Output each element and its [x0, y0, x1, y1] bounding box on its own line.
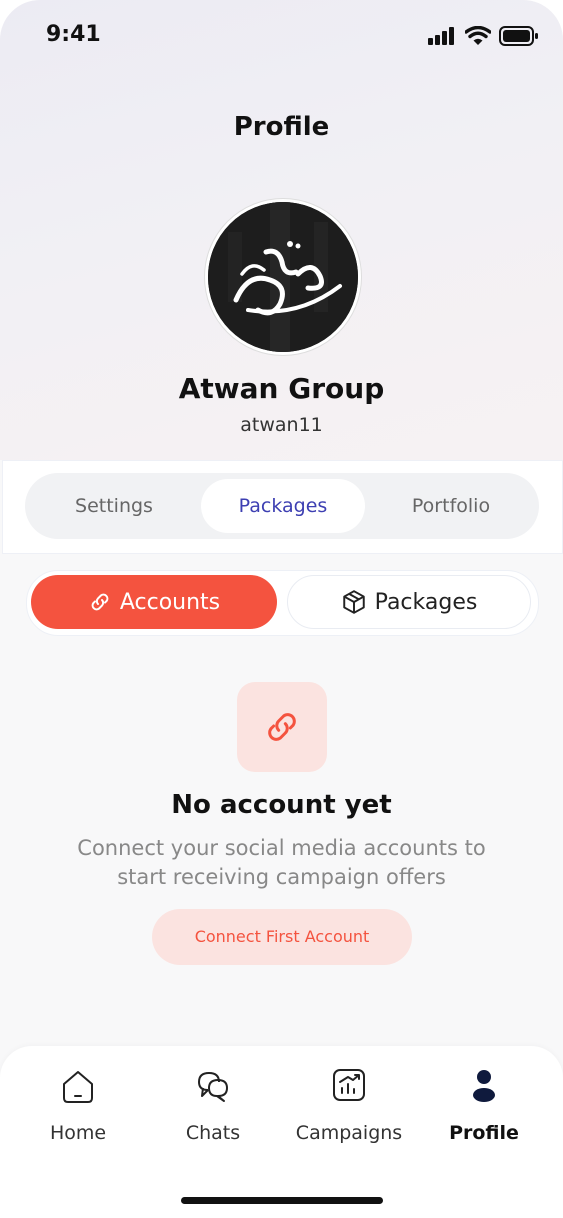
nav-item-profile[interactable]: Profile	[414, 1064, 554, 1144]
accounts-toggle-label: Accounts	[119, 589, 221, 615]
page-title: Profile	[233, 112, 330, 142]
status-time: 9:41	[46, 22, 101, 47]
nav-item-campaigns[interactable]: Campaigns	[279, 1064, 419, 1144]
connect-first-account-button[interactable]: Connect First Account	[152, 909, 412, 965]
wifi-icon	[465, 26, 491, 45]
empty-state-title: No account yet	[171, 790, 392, 820]
link-icon	[268, 713, 296, 741]
signal-icon	[428, 27, 454, 45]
accounts-packages-toggle: Accounts Packages	[26, 570, 539, 636]
packages-toggle-label: Packages	[374, 589, 478, 615]
profile-name: Atwan Group	[178, 372, 385, 405]
status-bar: 9:41	[0, 0, 563, 70]
home-indicator	[181, 1197, 383, 1204]
bottom-nav: Home Chats Campaigns Profile	[0, 1046, 563, 1218]
link-icon	[91, 593, 109, 611]
box-icon	[342, 590, 365, 614]
accounts-toggle-button[interactable]: Accounts	[31, 575, 277, 629]
user-icon	[473, 1070, 495, 1102]
profile-tabs-bar: Settings Packages Portfolio	[2, 460, 563, 554]
nav-label-campaigns: Campaigns	[295, 1122, 403, 1144]
nav-label-chats: Chats	[185, 1122, 241, 1144]
atwan-logo-icon	[208, 202, 358, 352]
avatar[interactable]	[205, 199, 361, 355]
phone-screen: 9:41 Profile Atwan Group atwan11 Setting…	[0, 0, 563, 1218]
chat-icon	[197, 1071, 228, 1102]
empty-state-icon-box	[237, 682, 327, 772]
profile-username: atwan11	[240, 414, 323, 436]
tab-settings[interactable]: Settings	[31, 479, 197, 533]
nav-label-home: Home	[49, 1122, 107, 1144]
empty-state-description: Connect your social media accounts to st…	[77, 836, 486, 889]
tab-portfolio[interactable]: Portfolio	[369, 479, 533, 533]
nav-item-home[interactable]: Home	[8, 1064, 148, 1144]
nav-label-profile: Profile	[449, 1122, 519, 1144]
status-icons	[427, 26, 539, 46]
chart-icon	[333, 1069, 365, 1101]
home-icon	[63, 1071, 93, 1103]
nav-item-chats[interactable]: Chats	[143, 1064, 283, 1144]
battery-icon	[499, 26, 538, 46]
profile-tabs: Settings Packages Portfolio	[25, 473, 539, 539]
tab-packages[interactable]: Packages	[201, 479, 365, 533]
packages-toggle-button[interactable]: Packages	[287, 575, 531, 629]
